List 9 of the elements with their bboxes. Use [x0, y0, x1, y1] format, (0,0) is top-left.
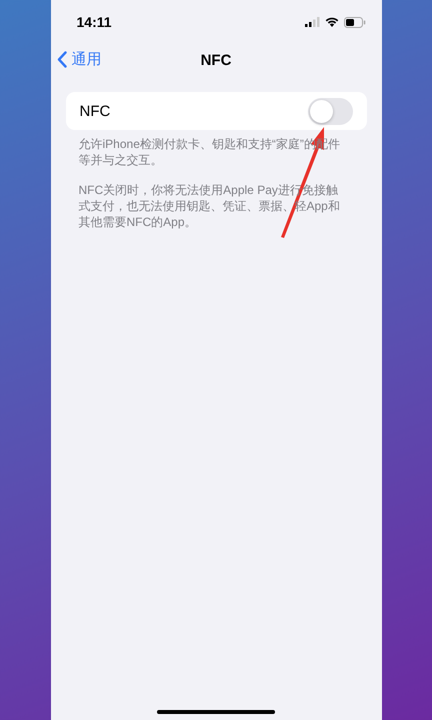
signal-icon: [304, 17, 320, 27]
page-title: NFC: [200, 52, 232, 68]
battery-icon: [344, 16, 366, 28]
back-button[interactable]: 通用: [56, 50, 102, 69]
chevron-left-icon: [56, 51, 66, 68]
wifi-icon: [324, 17, 338, 27]
status-time: 14:11: [76, 14, 112, 30]
setting-label: NFC: [80, 102, 110, 120]
nfc-toggle[interactable]: [308, 98, 352, 124]
